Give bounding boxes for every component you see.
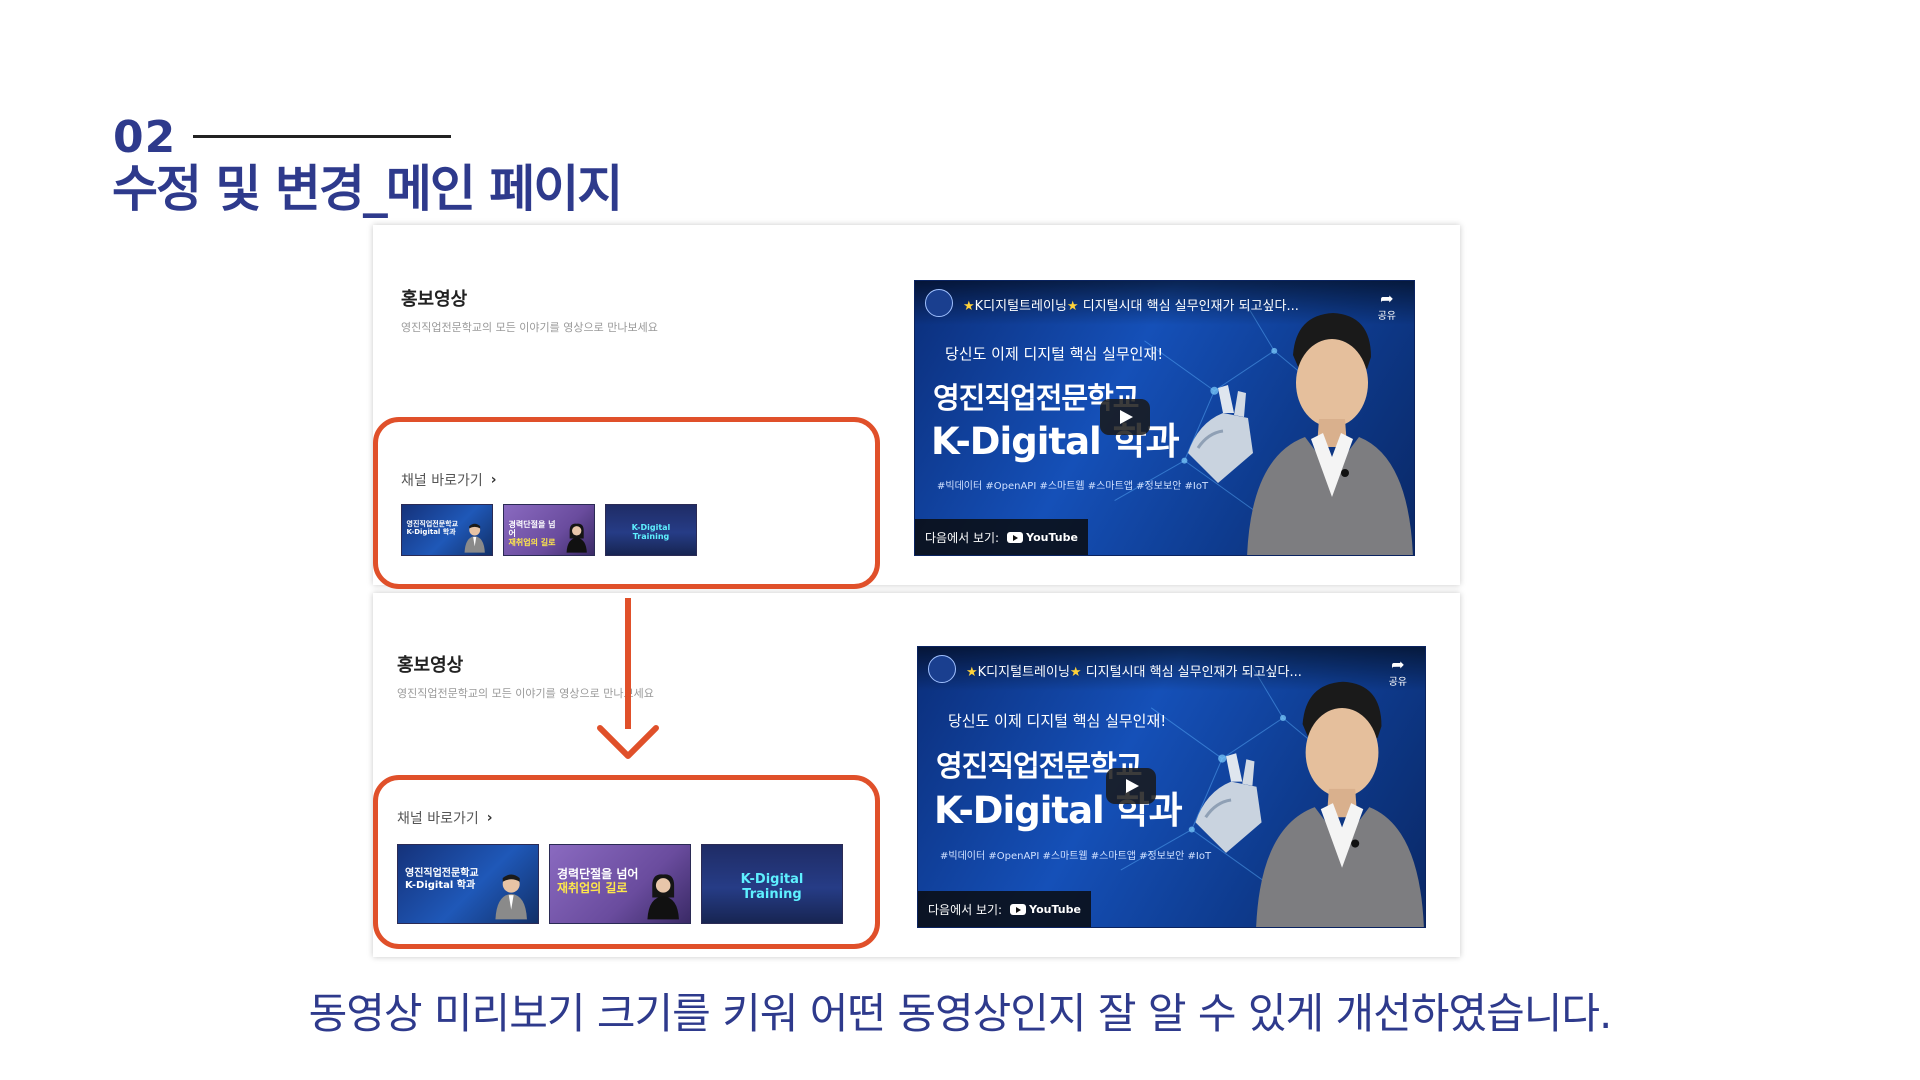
promo-video-title: 홍보영상 xyxy=(397,655,464,676)
promo-video-title: 홍보영상 xyxy=(401,289,468,310)
youtube-icon: YouTube xyxy=(1007,531,1078,544)
promo-video-player[interactable]: ★K디지털트레이닝★ 디지털시대 핵심 실무인재가 되고싶다... ➦ 공유 당… xyxy=(917,646,1426,928)
video-hashtags: #빅데이터 #OpenAPI #스마트웹 #스마트앱 #정보보안 #IoT xyxy=(940,851,1212,862)
highlight-box-after xyxy=(373,775,880,949)
presenter-image xyxy=(1256,681,1424,927)
promo-video-player[interactable]: ★K디지털트레이닝★ 디지털시대 핵심 실무인재가 되고싶다... ➦ 공유 당… xyxy=(914,280,1415,556)
channel-avatar[interactable] xyxy=(928,655,956,683)
down-arrow-shaft xyxy=(625,598,631,729)
channel-avatar[interactable] xyxy=(925,289,953,317)
section-number: 02 xyxy=(113,112,177,163)
watch-on-label: 다음에서 보기: xyxy=(928,902,1003,917)
play-icon[interactable] xyxy=(1106,768,1156,804)
play-icon[interactable] xyxy=(1100,399,1150,435)
promo-video-subtitle: 영진직업전문학교의 모든 이야기를 영상으로 만나보세요 xyxy=(397,687,654,700)
video-handwritten-line: 당신도 이제 디지털 핵심 실무인재! xyxy=(945,345,1164,363)
presenter-image xyxy=(1247,313,1413,555)
watch-on-youtube-button[interactable]: 다음에서 보기: YouTube xyxy=(915,519,1088,555)
highlight-box-before xyxy=(373,417,880,589)
watch-on-label: 다음에서 보기: xyxy=(925,530,1000,545)
video-hashtags: #빅데이터 #OpenAPI #스마트웹 #스마트앱 #정보보안 #IoT xyxy=(937,481,1209,492)
slide-caption: 동영상 미리보기 크기를 키워 어떤 동영상인지 잘 알 수 있게 개선하였습니… xyxy=(308,989,1613,1038)
down-arrow-icon xyxy=(597,725,659,759)
section-divider xyxy=(193,135,451,138)
promo-video-subtitle: 영진직업전문학교의 모든 이야기를 영상으로 만나보세요 xyxy=(401,321,658,334)
video-handwritten-line: 당신도 이제 디지털 핵심 실무인재! xyxy=(948,712,1167,730)
watch-on-youtube-button[interactable]: 다음에서 보기: YouTube xyxy=(918,891,1091,927)
section-title: 수정 및 변경_메인 페이지 xyxy=(112,160,623,218)
youtube-icon: YouTube xyxy=(1010,903,1081,916)
